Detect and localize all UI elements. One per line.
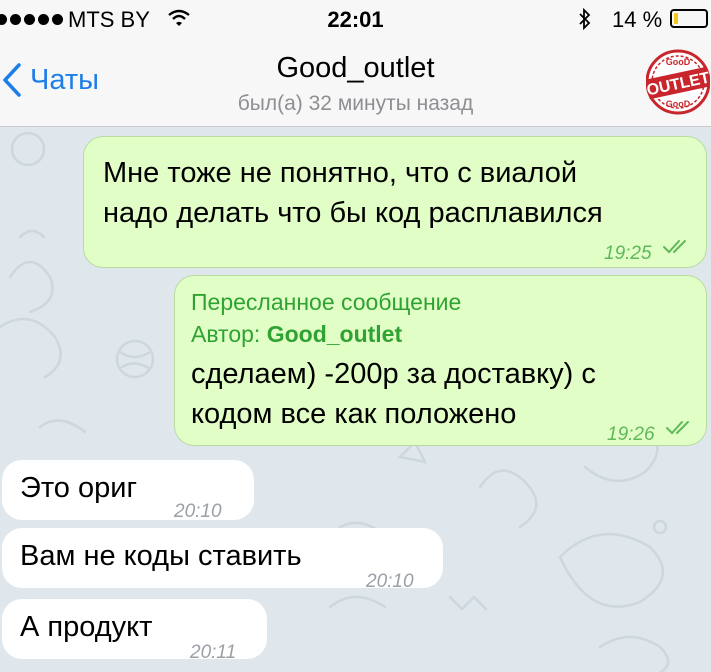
incoming-message-3[interactable]: А продукт 20:11: [2, 599, 267, 663]
message-text: А продукт: [20, 611, 153, 643]
double-check-icon: [666, 421, 689, 435]
battery-icon: [670, 9, 708, 28]
message-line: надо делать что бы код расплавился: [103, 197, 603, 229]
chat-area[interactable]: Мне тоже не понятно, что с виалой надо д…: [0, 127, 711, 672]
message-time: 20:11: [190, 642, 237, 663]
battery-percent: 14 %: [612, 7, 663, 32]
forwarded-author[interactable]: Good_outlet: [267, 321, 402, 347]
forwarded-header: Пересланное сообщение Автор: Good_outlet: [191, 286, 461, 350]
message-text: Это ориг: [20, 472, 138, 504]
chat-header: Чаты Good_outlet был(а) 32 минуты назад …: [0, 38, 711, 127]
last-seen-status: был(а) 32 минуты назад: [237, 92, 474, 115]
message-text: сделаем) -200р за доставку) с кодом все …: [191, 354, 596, 434]
battery-level: [674, 13, 678, 24]
message-time: 19:26: [607, 424, 655, 445]
outgoing-message-1[interactable]: Мне тоже не понятно, что с виалой надо д…: [83, 136, 707, 268]
message-line: кодом все как положено: [191, 398, 517, 430]
message-time: 19:25: [604, 243, 652, 264]
message-line: сделаем) -200р за доставку) с: [191, 358, 596, 390]
bluetooth-icon: [579, 8, 591, 30]
avatar[interactable]: GooD OUTLET GooD: [646, 43, 710, 121]
message-text: Вам не коды ставить: [20, 540, 302, 572]
forwarded-author-line: Автор: Good_outlet: [191, 318, 461, 350]
incoming-message-2[interactable]: Вам не коды ставить 20:10: [2, 528, 443, 592]
message-time: 20:10: [174, 501, 222, 522]
forwarded-message[interactable]: Пересланное сообщение Автор: Good_outlet…: [174, 275, 707, 446]
chat-title[interactable]: Good_outlet: [0, 52, 711, 85]
status-bar: MTS BY 22:01 14 %: [0, 0, 711, 38]
status-time: 22:01: [327, 7, 384, 32]
forwarded-author-label: Автор:: [191, 321, 261, 347]
avatar-small-text-top: GooD: [666, 57, 691, 67]
message-text: Мне тоже не понятно, что с виалой надо д…: [103, 153, 603, 233]
forwarded-label: Пересланное сообщение: [191, 289, 462, 315]
double-check-icon: [663, 240, 686, 254]
incoming-message-1[interactable]: Это ориг 20:10: [2, 460, 254, 522]
message-line: Мне тоже не понятно, что с виалой: [103, 157, 578, 189]
avatar-small-text-bottom: GooD: [666, 99, 691, 109]
message-time: 20:10: [366, 571, 414, 592]
